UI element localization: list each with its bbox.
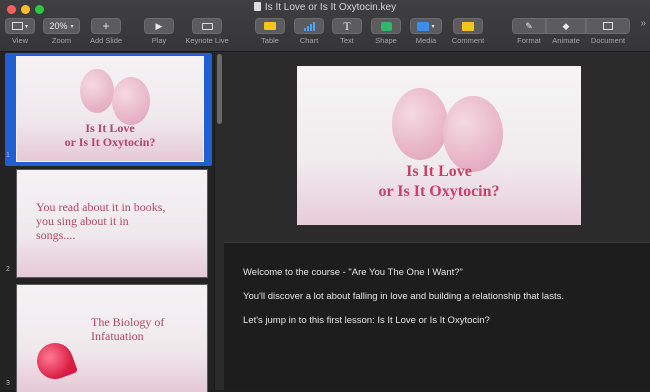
comment-tool[interactable]: Comment — [448, 18, 488, 45]
media-icon — [417, 21, 430, 31]
table-tool[interactable]: Table — [255, 18, 285, 45]
shape-icon — [380, 21, 392, 31]
animate-label: Animate — [552, 36, 580, 45]
chart-tool[interactable]: Chart — [293, 18, 325, 45]
balloon-image — [80, 69, 114, 113]
zoom-value: 20% — [49, 21, 68, 31]
format-button[interactable]: ✎ — [512, 18, 546, 34]
document-label: Document — [590, 36, 626, 45]
note-line-1: Welcome to the course - "Are You The One… — [243, 267, 463, 278]
chart-label: Chart — [299, 36, 319, 45]
note-line-3: Let's jump in to this first lesson: Is I… — [243, 315, 490, 326]
text-button[interactable]: T — [332, 18, 362, 34]
keynote-live-button[interactable] — [192, 18, 222, 34]
table-label: Table — [261, 36, 279, 45]
table-icon — [264, 22, 276, 30]
balloon-image — [112, 77, 150, 125]
slide-3-text: The Biology of Infatuation — [91, 315, 165, 343]
document-tool[interactable]: Document — [586, 18, 630, 45]
text-label: Text — [340, 36, 354, 45]
document-button[interactable] — [586, 18, 630, 34]
animate-tool[interactable]: ◆ Animate — [546, 18, 586, 45]
media-tool[interactable]: ▾ Media — [410, 18, 442, 45]
play-label: Play — [151, 36, 167, 45]
keynote-live-label: Keynote Live — [185, 36, 229, 45]
window-titlebar: Is It Love or Is It Oxytocin.key ▾ View … — [0, 0, 650, 52]
shape-label: Shape — [375, 36, 397, 45]
slide-2-text: You read about it in books, you sing abou… — [36, 200, 166, 242]
zoom-label: Zoom — [51, 36, 72, 45]
view-button[interactable]: ▾ — [5, 18, 35, 34]
note-line-2: You'll discover a lot about falling in l… — [243, 291, 564, 302]
chevron-down-icon: ▾ — [70, 23, 74, 30]
shape-tool[interactable]: Shape — [371, 18, 401, 45]
heart-image — [31, 337, 79, 385]
comment-button[interactable] — [453, 18, 483, 34]
media-label: Media — [415, 36, 437, 45]
play-tool[interactable]: ▶ Play — [143, 18, 175, 45]
window-title: Is It Love or Is It Oxytocin.key — [0, 2, 650, 13]
navigator-scrollbar[interactable] — [214, 52, 224, 390]
zoom-select[interactable]: 20% ▾ — [43, 18, 80, 34]
monitor-icon — [201, 22, 213, 30]
sidebar-icon — [11, 22, 23, 30]
balloon-image — [392, 88, 448, 160]
play-button[interactable]: ▶ — [144, 18, 174, 34]
scrollbar-thumb[interactable] — [217, 54, 222, 124]
add-slide-button[interactable]: + — [91, 18, 121, 34]
slide-title: Is It Love or Is It Oxytocin? — [378, 163, 500, 200]
document-icon — [603, 22, 613, 30]
keynote-document-icon — [253, 2, 261, 11]
zoom-tool[interactable]: 20% ▾ Zoom — [43, 18, 80, 45]
comment-label: Comment — [451, 36, 485, 45]
text-icon: T — [343, 18, 351, 33]
play-icon: ▶ — [155, 20, 163, 31]
keynote-live-tool[interactable]: Keynote Live — [181, 18, 233, 45]
animate-button[interactable]: ◆ — [546, 18, 586, 34]
add-slide-label: Add Slide — [89, 36, 123, 45]
format-label: Format — [517, 36, 541, 45]
add-slide-tool[interactable]: + Add Slide — [86, 18, 126, 45]
slide-1-title: Is It Love or Is It Oxytocin? — [64, 121, 156, 149]
plus-icon: + — [102, 19, 110, 33]
comment-icon — [462, 21, 474, 31]
balloon-image — [443, 96, 503, 172]
slide-number-3: 3 — [6, 380, 10, 387]
view-tool[interactable]: ▾ View — [5, 18, 35, 45]
paintbrush-icon: ✎ — [525, 20, 533, 31]
presenter-notes[interactable]: Welcome to the course - "Are You The One… — [224, 242, 650, 390]
view-label: View — [11, 36, 29, 45]
diamond-icon: ◆ — [562, 20, 570, 31]
format-tool[interactable]: ✎ Format — [512, 18, 546, 45]
toolbar-overflow-icon[interactable]: » — [640, 18, 646, 29]
chart-icon — [303, 21, 315, 31]
table-button[interactable] — [255, 18, 285, 34]
slide-thumbnail-2[interactable]: You read about it in books, you sing abou… — [16, 169, 208, 278]
chevron-down-icon: ▾ — [431, 23, 435, 30]
text-tool[interactable]: T Text — [332, 18, 362, 45]
shape-button[interactable] — [371, 18, 401, 34]
current-slide[interactable]: Is It Love or Is It Oxytocin? — [297, 66, 581, 225]
slide-thumbnail-3[interactable]: The Biology of Infatuation — [16, 284, 208, 392]
media-button[interactable]: ▾ — [410, 18, 442, 34]
slide-number-2: 2 — [6, 266, 10, 273]
chevron-down-icon: ▾ — [24, 23, 28, 30]
chart-button[interactable] — [294, 18, 324, 34]
slide-thumbnail-1[interactable]: Is It Love or Is It Oxytocin? — [16, 56, 204, 162]
slide-number-1: 1 — [6, 152, 10, 159]
